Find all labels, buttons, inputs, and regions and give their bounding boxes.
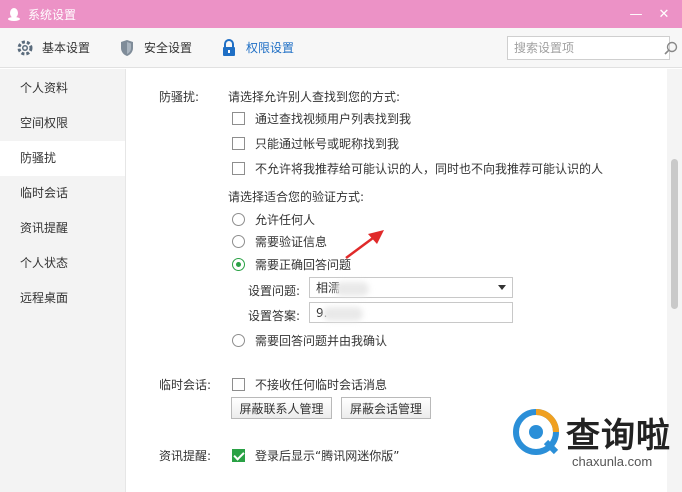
verify-method-prompt: 请选择适合您的验证方式:: [228, 190, 365, 204]
search-icon[interactable]: [664, 41, 678, 55]
chevron-down-icon: [498, 285, 506, 290]
checkbox[interactable]: [232, 137, 245, 150]
search-input[interactable]: [508, 38, 664, 58]
tab-basic-settings[interactable]: 基本设置: [0, 28, 102, 68]
find-option-label: 只能通过帐号或昵称找到我: [255, 137, 400, 151]
checkbox[interactable]: [232, 378, 245, 391]
verify-option-label: 需要回答问题并由我确认: [255, 334, 388, 348]
temp-session-block-option[interactable]: 不接收任何临时会话消息: [232, 376, 387, 393]
verify-option-need-info[interactable]: 需要验证信息: [232, 233, 327, 250]
temp-session-section-label: 临时会话:: [159, 378, 212, 392]
app-logo-icon: [6, 6, 22, 22]
search-box: [507, 36, 678, 60]
minimize-button[interactable]: —: [622, 4, 650, 24]
gear-icon: [16, 39, 34, 57]
blur-mask: [335, 282, 369, 296]
verify-option-label: 需要验证信息: [255, 235, 328, 249]
sidebar-item-news-reminder[interactable]: 资讯提醒: [0, 211, 125, 246]
radio-selected[interactable]: [232, 258, 245, 271]
verify-option-label: 允许任何人: [255, 213, 316, 227]
news-option-label: 登录后显示“腾讯网迷你版”: [255, 449, 400, 463]
watermark-url: chaxunla.com: [572, 454, 653, 469]
sidebar-item-personal-status[interactable]: 个人状态: [0, 246, 125, 281]
radio[interactable]: [232, 235, 245, 248]
scrollbar-thumb[interactable]: [671, 159, 678, 309]
block-contacts-button[interactable]: 屏蔽联系人管理: [231, 397, 332, 419]
temp-session-option-label: 不接收任何临时会话消息: [255, 378, 388, 392]
sidebar-item-space-permissions[interactable]: 空间权限: [0, 106, 125, 141]
close-button[interactable]: ✕: [650, 4, 678, 24]
sidebar: 个人资料 空间权限 防骚扰 临时会话 资讯提醒 个人状态 远程桌面: [0, 69, 126, 492]
find-option-label: 不允许将我推荐给可能认识的人，同时也不向我推荐可能认识的人: [255, 162, 604, 176]
verify-option-label: 需要正确回答问题: [255, 258, 352, 272]
news-show-option[interactable]: 登录后显示“腾讯网迷你版”: [232, 447, 399, 464]
title-bar: 系统设置 — ✕: [0, 0, 682, 28]
find-method-prompt: 请选择允许别人查找到您的方式:: [228, 90, 401, 104]
find-option-label: 通过查找视频用户列表找到我: [255, 112, 412, 126]
sidebar-item-profile[interactable]: 个人资料: [0, 71, 125, 106]
red-arrow-annotation: [345, 230, 384, 260]
checkbox-checked[interactable]: [232, 449, 245, 462]
shield-icon: [118, 39, 136, 57]
tab-permission-settings-label: 权限设置: [246, 41, 295, 55]
sidebar-item-remote-desktop[interactable]: 远程桌面: [0, 281, 125, 316]
answer-label: 设置答案:: [248, 309, 301, 323]
watermark-logo-icon: [513, 409, 559, 455]
tab-security-settings[interactable]: 安全设置: [102, 28, 204, 68]
sidebar-item-anti-harassment[interactable]: 防骚扰: [0, 141, 125, 176]
verify-option-allow-anyone[interactable]: 允许任何人: [232, 211, 315, 228]
checkbox[interactable]: [232, 112, 245, 125]
sidebar-item-temp-session[interactable]: 临时会话: [0, 176, 125, 211]
verify-option-correct-answer[interactable]: 需要正确回答问题: [232, 256, 351, 273]
blur-mask: [323, 307, 363, 321]
block-sessions-button[interactable]: 屏蔽会话管理: [341, 397, 431, 419]
anti-harassment-section-label: 防骚扰:: [159, 90, 200, 104]
tab-basic-settings-label: 基本设置: [42, 41, 91, 55]
verify-option-answer-and-confirm[interactable]: 需要回答问题并由我确认: [232, 332, 387, 349]
watermark: 查询啦 chaxunla.com: [512, 402, 672, 486]
find-option-account-only[interactable]: 只能通过帐号或昵称找到我: [232, 135, 399, 152]
radio[interactable]: [232, 334, 245, 347]
toolbar: 基本设置 安全设置 权限设置: [0, 28, 682, 68]
find-option-no-recommend[interactable]: 不允许将我推荐给可能认识的人，同时也不向我推荐可能认识的人: [232, 160, 603, 177]
tab-permission-settings[interactable]: 权限设置: [204, 28, 306, 68]
window-title: 系统设置: [28, 7, 77, 22]
lock-icon: [220, 38, 238, 57]
checkbox[interactable]: [232, 162, 245, 175]
find-option-video-list[interactable]: 通过查找视频用户列表找到我: [232, 110, 411, 127]
watermark-brand: 查询啦: [566, 416, 671, 456]
radio[interactable]: [232, 213, 245, 226]
news-section-label: 资讯提醒:: [159, 449, 212, 463]
question-label: 设置问题:: [248, 284, 301, 298]
tab-security-settings-label: 安全设置: [144, 41, 193, 55]
